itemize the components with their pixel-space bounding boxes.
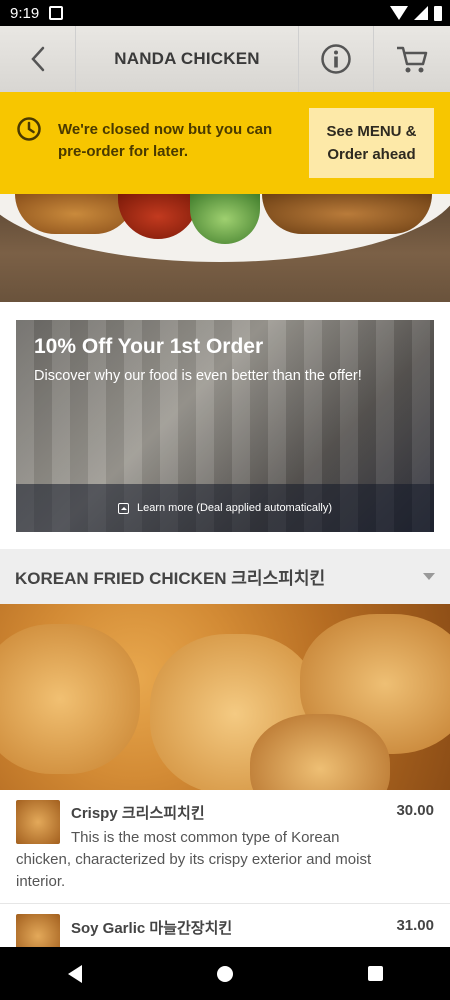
menu-item-description: This is the most common type of Korean c… <box>16 829 372 890</box>
category-image <box>0 604 450 790</box>
status-icons <box>390 5 442 21</box>
category-title: KOREAN FRIED CHICKEN 크리스피치킨 <box>15 569 326 588</box>
restaurant-hero-image <box>0 194 450 302</box>
cart-icon <box>397 46 428 73</box>
clock-icon <box>17 117 41 141</box>
closed-banner: We're closed now but you can pre-order f… <box>0 92 450 194</box>
app-header: NANDA CHICKEN <box>0 26 450 92</box>
menu-item[interactable]: Soy Garlic 마늘간장치킨 31.00 <box>0 904 450 947</box>
learn-more-label: Learn more (Deal applied automatically) <box>136 502 333 514</box>
cart-button[interactable] <box>374 26 450 92</box>
promo-card[interactable]: 10% Off Your 1st Order Discover why our … <box>16 320 434 532</box>
closed-message: We're closed now but you can pre-order f… <box>58 121 273 160</box>
category-header[interactable]: KOREAN FRIED CHICKEN 크리스피치킨 <box>0 549 450 604</box>
page-title: NANDA CHICKEN <box>114 49 260 68</box>
signal-icon <box>414 6 428 20</box>
menu-item-price: 30.00 <box>396 802 434 819</box>
nav-home-icon[interactable] <box>216 965 233 982</box>
promo-title: 10% Off Your 1st Order <box>34 335 264 358</box>
promo-subtitle: Discover why our food is even better tha… <box>34 368 362 384</box>
menu-item-name: Soy Garlic 마늘간장치킨 <box>71 920 233 937</box>
nav-recents-icon[interactable] <box>367 966 383 981</box>
nav-back-icon[interactable] <box>67 964 82 983</box>
chevron-down-icon <box>423 573 435 580</box>
menu-item[interactable]: Crispy 크리스피치킨 30.00 This is the most com… <box>0 790 450 904</box>
notification-icon <box>49 6 64 20</box>
info-button[interactable] <box>298 26 374 92</box>
status-time: 9:19 <box>10 4 40 22</box>
menu-item-price: 31.00 <box>396 917 434 934</box>
expand-icon <box>117 502 129 514</box>
back-button[interactable] <box>0 26 76 92</box>
back-arrow-icon <box>30 46 44 72</box>
menu-item-name: Crispy 크리스피치킨 <box>71 805 205 822</box>
status-bar: 9:19 <box>0 0 450 26</box>
system-nav-bar <box>0 947 450 1000</box>
see-menu-order-ahead-button[interactable]: See MENU & Order ahead <box>309 108 434 178</box>
learn-more-link[interactable]: Learn more (Deal applied automatically) <box>16 484 434 532</box>
info-icon <box>321 44 351 74</box>
menu-item-thumbnail <box>16 914 60 947</box>
wifi-icon <box>390 6 408 20</box>
battery-icon <box>434 5 442 21</box>
